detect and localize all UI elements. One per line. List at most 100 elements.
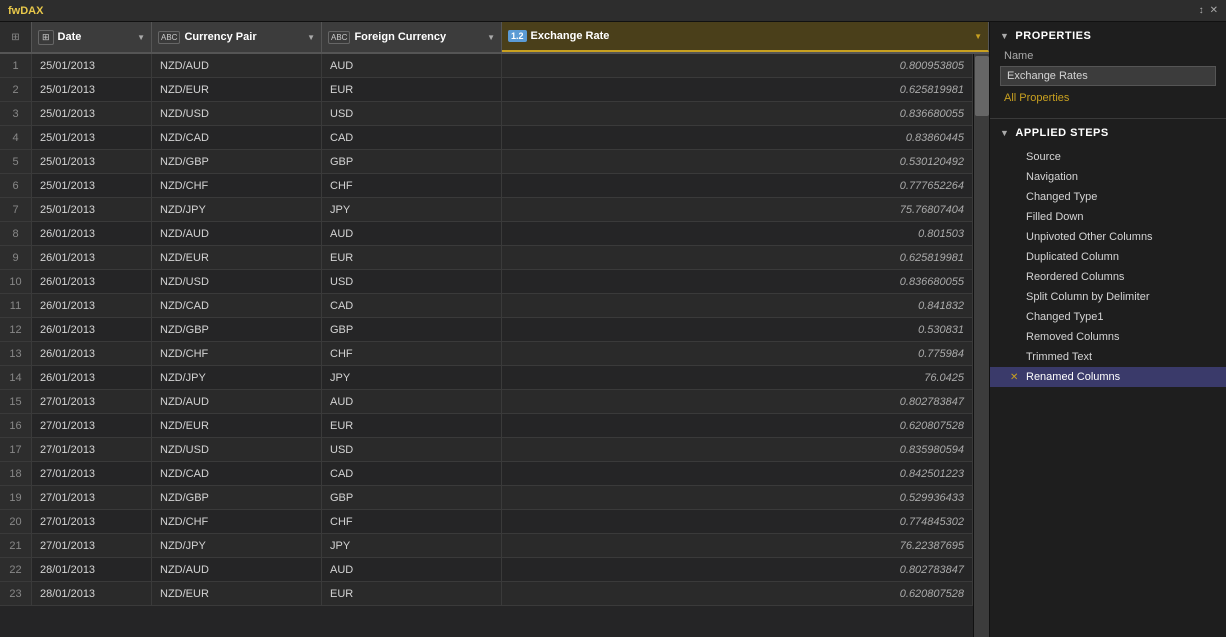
minimize-button[interactable]: ↕ bbox=[1199, 5, 1204, 16]
row-num-cell: 18 bbox=[0, 462, 32, 485]
data-table-area: ⊞ ⊞ Date ▼ ABC Currency Pair ▼ ABC Forei… bbox=[0, 22, 990, 637]
table-row[interactable]: 5 25/01/2013 NZD/GBP GBP 0.530120492 bbox=[0, 150, 973, 174]
column-header-rate[interactable]: 1.2 Exchange Rate ▼ bbox=[502, 22, 989, 52]
rate-cell: 76.22387695 bbox=[502, 534, 973, 557]
foreign-cell: GBP bbox=[322, 318, 502, 341]
right-panel: ▼ PROPERTIES Name All Properties ▼ APPLI… bbox=[990, 22, 1226, 637]
step-item-filled_down[interactable]: Filled Down bbox=[990, 207, 1226, 227]
table-row[interactable]: 6 25/01/2013 NZD/CHF CHF 0.777652264 bbox=[0, 174, 973, 198]
row-num-cell: 13 bbox=[0, 342, 32, 365]
step-item-changed_type1[interactable]: Changed Type1 bbox=[990, 307, 1226, 327]
step-item-reordered_columns[interactable]: Reordered Columns bbox=[990, 267, 1226, 287]
row-num-cell: 2 bbox=[0, 78, 32, 101]
foreign-cell: CAD bbox=[322, 294, 502, 317]
foreign-cell: EUR bbox=[322, 246, 502, 269]
table-row[interactable]: 4 25/01/2013 NZD/CAD CAD 0.83860445 bbox=[0, 126, 973, 150]
pair-col-dropdown[interactable]: ▼ bbox=[307, 33, 315, 42]
foreign-cell: AUD bbox=[322, 390, 502, 413]
table-row[interactable]: 19 27/01/2013 NZD/GBP GBP 0.529936433 bbox=[0, 486, 973, 510]
foreign-cell: EUR bbox=[322, 582, 502, 605]
rate-col-dropdown[interactable]: ▼ bbox=[974, 32, 982, 41]
foreign-cell: CHF bbox=[322, 342, 502, 365]
step-item-changed_type[interactable]: Changed Type bbox=[990, 187, 1226, 207]
row-num-cell: 4 bbox=[0, 126, 32, 149]
table-row[interactable]: 23 28/01/2013 NZD/EUR EUR 0.620807528 bbox=[0, 582, 973, 606]
name-input[interactable] bbox=[1000, 66, 1216, 86]
step-item-removed_columns[interactable]: Removed Columns bbox=[990, 327, 1226, 347]
close-button[interactable]: ✕ bbox=[1210, 5, 1218, 16]
step-item-renamed_columns[interactable]: ✕Renamed Columns bbox=[990, 367, 1226, 387]
foreign-col-dropdown[interactable]: ▼ bbox=[487, 33, 495, 42]
table-row[interactable]: 18 27/01/2013 NZD/CAD CAD 0.842501223 bbox=[0, 462, 973, 486]
row-num-cell: 10 bbox=[0, 270, 32, 293]
app-logo: fwDAX bbox=[8, 5, 43, 17]
titlebar: fwDAX ↕ ✕ bbox=[0, 0, 1226, 22]
table-row[interactable]: 14 26/01/2013 NZD/JPY JPY 76.0425 bbox=[0, 366, 973, 390]
row-num-cell: 14 bbox=[0, 366, 32, 389]
pair-cell: NZD/CAD bbox=[152, 462, 322, 485]
pair-cell: NZD/CAD bbox=[152, 294, 322, 317]
step-item-navigation[interactable]: Navigation bbox=[990, 167, 1226, 187]
row-num-icon: ⊞ bbox=[11, 32, 19, 43]
rate-cell: 0.800953805 bbox=[502, 54, 973, 77]
table-row[interactable]: 8 26/01/2013 NZD/AUD AUD 0.801503 bbox=[0, 222, 973, 246]
rate-col-label: Exchange Rate bbox=[531, 30, 610, 42]
column-header-date[interactable]: ⊞ Date ▼ bbox=[32, 22, 152, 52]
rate-cell: 0.836680055 bbox=[502, 270, 973, 293]
row-num-cell: 5 bbox=[0, 150, 32, 173]
foreign-cell: CAD bbox=[322, 126, 502, 149]
date-cell: 27/01/2013 bbox=[32, 414, 152, 437]
table-row[interactable]: 11 26/01/2013 NZD/CAD CAD 0.841832 bbox=[0, 294, 973, 318]
pair-cell: NZD/GBP bbox=[152, 486, 322, 509]
table-row[interactable]: 9 26/01/2013 NZD/EUR EUR 0.625819981 bbox=[0, 246, 973, 270]
date-col-dropdown[interactable]: ▼ bbox=[137, 33, 145, 42]
step-item-split_column[interactable]: Split Column by Delimiter bbox=[990, 287, 1226, 307]
table-row[interactable]: 21 27/01/2013 NZD/JPY JPY 76.22387695 bbox=[0, 534, 973, 558]
table-row[interactable]: 17 27/01/2013 NZD/USD USD 0.835980594 bbox=[0, 438, 973, 462]
rate-cell: 0.775984 bbox=[502, 342, 973, 365]
date-cell: 27/01/2013 bbox=[32, 390, 152, 413]
foreign-cell: USD bbox=[322, 102, 502, 125]
pair-cell: NZD/CAD bbox=[152, 126, 322, 149]
scrollbar-thumb[interactable] bbox=[975, 56, 989, 116]
row-num-cell: 3 bbox=[0, 102, 32, 125]
table-row[interactable]: 15 27/01/2013 NZD/AUD AUD 0.802783847 bbox=[0, 390, 973, 414]
table-row[interactable]: 13 26/01/2013 NZD/CHF CHF 0.775984 bbox=[0, 342, 973, 366]
row-num-cell: 23 bbox=[0, 582, 32, 605]
table-row[interactable]: 1 25/01/2013 NZD/AUD AUD 0.800953805 bbox=[0, 54, 973, 78]
date-cell: 26/01/2013 bbox=[32, 366, 152, 389]
step-item-source[interactable]: Source bbox=[990, 147, 1226, 167]
table-row[interactable]: 10 26/01/2013 NZD/USD USD 0.836680055 bbox=[0, 270, 973, 294]
column-header-foreign[interactable]: ABC Foreign Currency ▼ bbox=[322, 22, 502, 52]
foreign-cell: USD bbox=[322, 438, 502, 461]
table-row[interactable]: 22 28/01/2013 NZD/AUD AUD 0.802783847 bbox=[0, 558, 973, 582]
step-item-duplicated_column[interactable]: Duplicated Column bbox=[990, 247, 1226, 267]
vertical-scrollbar[interactable] bbox=[973, 54, 989, 637]
table-row[interactable]: 16 27/01/2013 NZD/EUR EUR 0.620807528 bbox=[0, 414, 973, 438]
table-row[interactable]: 12 26/01/2013 NZD/GBP GBP 0.530831 bbox=[0, 318, 973, 342]
foreign-col-label: Foreign Currency bbox=[354, 31, 446, 43]
table-body: 1 25/01/2013 NZD/AUD AUD 0.800953805 2 2… bbox=[0, 54, 973, 637]
column-header-pair[interactable]: ABC Currency Pair ▼ bbox=[152, 22, 322, 52]
foreign-cell: CHF bbox=[322, 510, 502, 533]
rate-cell: 0.801503 bbox=[502, 222, 973, 245]
date-cell: 28/01/2013 bbox=[32, 558, 152, 581]
row-num-cell: 9 bbox=[0, 246, 32, 269]
table-row[interactable]: 3 25/01/2013 NZD/USD USD 0.836680055 bbox=[0, 102, 973, 126]
applied-steps-header: ▼ APPLIED STEPS bbox=[990, 119, 1226, 145]
step-item-unpivoted[interactable]: Unpivoted Other Columns bbox=[990, 227, 1226, 247]
pair-cell: NZD/EUR bbox=[152, 582, 322, 605]
date-cell: 27/01/2013 bbox=[32, 510, 152, 533]
row-num-header: ⊞ bbox=[0, 22, 32, 52]
window-controls[interactable]: ↕ ✕ bbox=[1199, 5, 1218, 16]
rate-cell: 0.530120492 bbox=[502, 150, 973, 173]
table-row[interactable]: 7 25/01/2013 NZD/JPY JPY 75.76807404 bbox=[0, 198, 973, 222]
table-row[interactable]: 20 27/01/2013 NZD/CHF CHF 0.774845302 bbox=[0, 510, 973, 534]
row-num-cell: 20 bbox=[0, 510, 32, 533]
foreign-type-icon: ABC bbox=[328, 31, 350, 44]
table-row[interactable]: 2 25/01/2013 NZD/EUR EUR 0.625819981 bbox=[0, 78, 973, 102]
foreign-cell: GBP bbox=[322, 486, 502, 509]
row-num-cell: 6 bbox=[0, 174, 32, 197]
all-properties-link[interactable]: All Properties bbox=[990, 86, 1226, 108]
step-item-trimmed_text[interactable]: Trimmed Text bbox=[990, 347, 1226, 367]
